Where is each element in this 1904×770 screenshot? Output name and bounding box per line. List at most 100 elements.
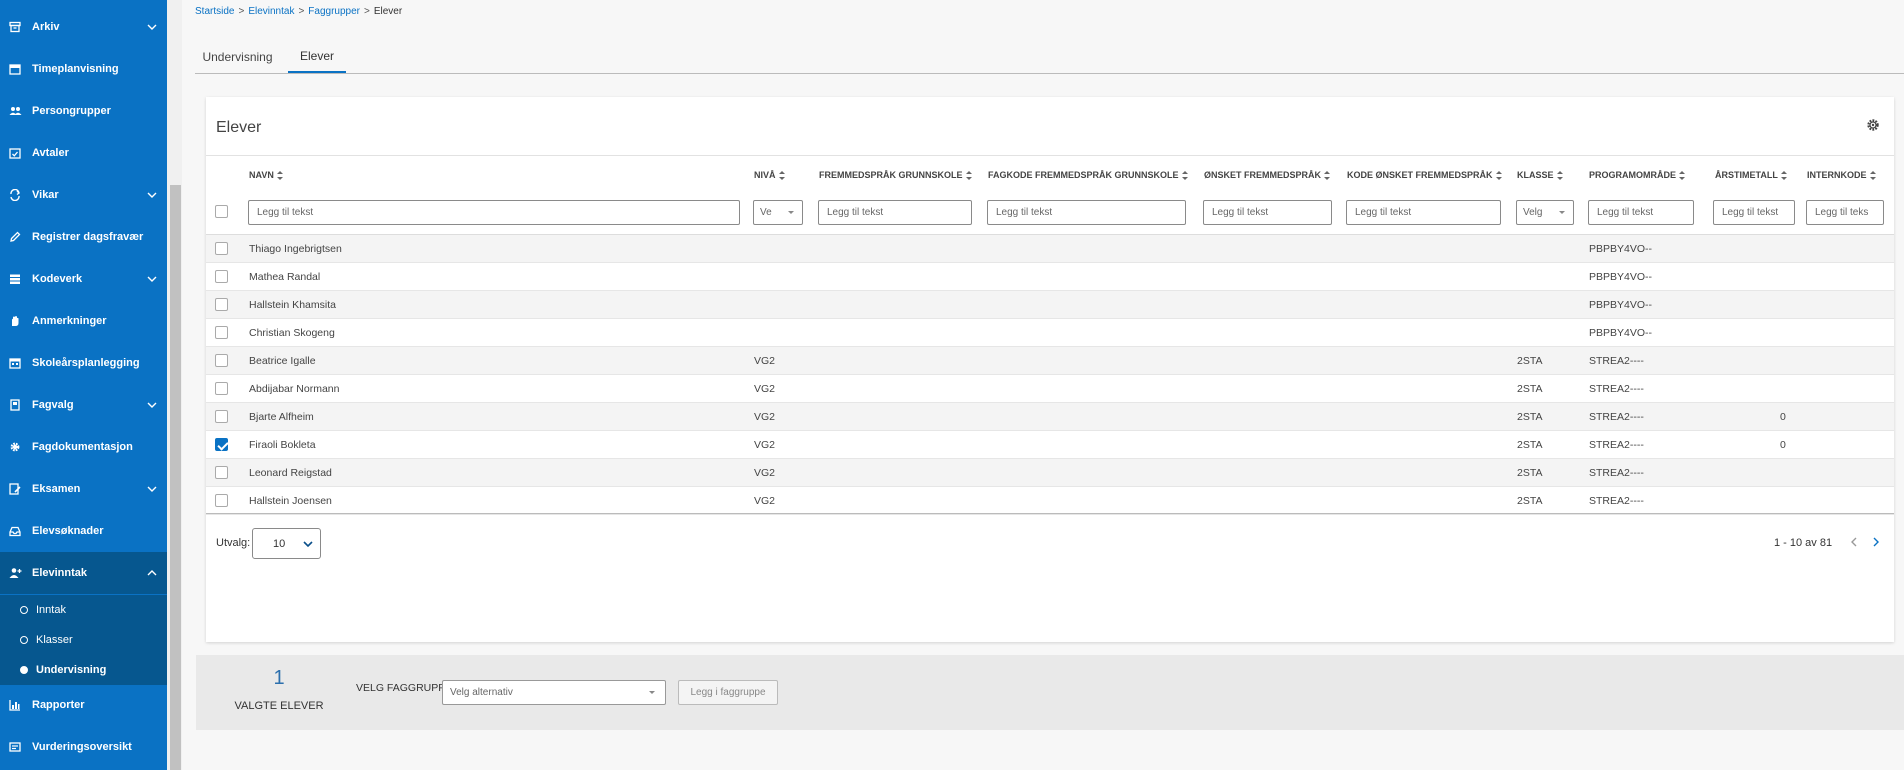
chevron-left-icon[interactable] <box>1846 535 1860 549</box>
column-header-kode-onsket-fremmedsprak[interactable]: KODE ØNSKET FREMMEDSPRÅK <box>1347 170 1502 180</box>
column-header-navn[interactable]: NAVN <box>249 170 283 180</box>
sidebar-item-persongrupper[interactable]: Persongrupper <box>0 90 167 132</box>
row-checkbox[interactable] <box>215 354 228 367</box>
sort-icon <box>1495 170 1502 180</box>
sidebar-item-elevsoknader[interactable]: Elevsøknader <box>0 510 167 552</box>
sidebar-item-timeplanvisning[interactable]: Timeplanvisning <box>0 48 167 90</box>
table-row[interactable]: Christian Skogeng PBPBY4VO-- <box>206 319 1894 347</box>
table-row[interactable]: Hallstein Khamsita PBPBY4VO-- <box>206 291 1894 319</box>
sidebar-item-kodeverk[interactable]: Kodeverk <box>0 258 167 300</box>
row-checkbox[interactable] <box>215 382 228 395</box>
cell-navn: Thiago Ingebrigtsen <box>249 243 342 255</box>
row-checkbox[interactable] <box>215 326 228 339</box>
sidebar-item-vurderingsoversikt[interactable]: Vurderingsoversikt <box>0 726 167 768</box>
row-checkbox[interactable] <box>215 410 228 423</box>
cell-klasse: 2STA <box>1517 355 1543 367</box>
cell-programomrade: PBPBY4VO-- <box>1589 327 1653 339</box>
sidebar-item-fagdokumentasjon[interactable]: Fagdokumentasjon <box>0 426 167 468</box>
cell-niva: VG2 <box>754 439 776 451</box>
column-header-klasse[interactable]: KLASSE <box>1517 170 1563 180</box>
cell-programomrade: STREA2---- <box>1589 467 1644 479</box>
tab-undervisning[interactable]: Undervisning <box>195 40 280 73</box>
gear-icon[interactable] <box>1866 118 1880 132</box>
radio-dot-icon <box>20 606 28 614</box>
filter-input-navn[interactable] <box>248 200 740 225</box>
table-row[interactable]: Abdijabar Normann VG2 2STA STREA2---- <box>206 375 1894 403</box>
filter-select-klasse[interactable]: Velg <box>1516 200 1574 225</box>
column-header-programomrade[interactable]: PROGRAMOMRÅDE <box>1589 170 1685 180</box>
sidebar-item-registrer-dagsfravaer[interactable]: Registrer dagsfravær <box>0 216 167 258</box>
sidebar-subitem-inntak[interactable]: Inntak <box>0 595 167 625</box>
table-row[interactable]: Firaoli Bokleta VG2 2STA STREA2---- 0 <box>206 431 1894 459</box>
tab-elever[interactable]: Elever <box>288 40 346 73</box>
table-row[interactable]: Mathea Randal PBPBY4VO-- <box>206 263 1894 291</box>
breadcrumb-link-faggrupper[interactable]: Faggrupper <box>308 6 360 17</box>
column-header-label: FAGKODE FREMMEDSPRÅK GRUNNSKOLE <box>988 170 1179 180</box>
filter-input-kode-onsket-fremmedsprak[interactable] <box>1346 200 1501 225</box>
pagination-bar: Utvalg: 10 1 - 10 av 81 <box>206 515 1894 573</box>
sort-icon <box>1679 170 1685 180</box>
page-size-select[interactable]: 10 <box>252 528 321 559</box>
cell-programomrade: STREA2---- <box>1589 355 1644 367</box>
column-header-label: FREMMEDSPRÅK GRUNNSKOLE <box>819 170 963 180</box>
cell-niva: VG2 <box>754 411 776 423</box>
sidebar-item-avtaler[interactable]: Avtaler <box>0 132 167 174</box>
column-header-onsket-fremmedsprak[interactable]: ØNSKET FREMMEDSPRÅK <box>1204 170 1331 180</box>
column-header-internkode[interactable]: INTERNKODE <box>1807 170 1876 180</box>
column-header-fagkode-fremmedsprak-grunnskole[interactable]: FAGKODE FREMMEDSPRÅK GRUNNSKOLE <box>988 170 1188 180</box>
row-checkbox-checked[interactable] <box>215 438 228 451</box>
table-row[interactable]: Leonard Reigstad VG2 2STA STREA2---- <box>206 459 1894 487</box>
sidebar-item-fagvalg[interactable]: Fagvalg <box>0 384 167 426</box>
sidebar-subitem-label: Inntak <box>36 604 66 616</box>
sidebar-item-label: Persongrupper <box>32 105 111 117</box>
filter-input-fremmedsprak-grunnskole[interactable] <box>818 200 972 225</box>
scrollbar-thumb[interactable] <box>170 185 181 770</box>
sidebar-item-rapporter[interactable]: Rapporter <box>0 684 167 726</box>
cell-niva: VG2 <box>754 383 776 395</box>
add-to-faggruppe-button[interactable]: Legg i faggruppe <box>678 680 778 705</box>
sidebar-subitem-undervisning[interactable]: Undervisning <box>0 655 167 685</box>
sidebar-item-label: Vikar <box>32 189 59 201</box>
column-header-arstimetall[interactable]: ÅRSTIMETALL <box>1715 170 1787 180</box>
sidebar-item-elevinntak[interactable]: Elevinntak <box>0 552 167 594</box>
row-checkbox[interactable] <box>215 466 228 479</box>
cell-programomrade: PBPBY4VO-- <box>1589 243 1653 255</box>
filter-select-niva[interactable]: Ve <box>753 200 803 225</box>
column-header-niva[interactable]: NIVÅ <box>754 170 785 180</box>
sidebar-item-skolearsplanlegging[interactable]: Skoleårsplanlegging <box>0 342 167 384</box>
row-checkbox[interactable] <box>215 298 228 311</box>
faggruppe-select[interactable]: Velg alternativ <box>442 680 666 705</box>
row-checkbox[interactable] <box>215 270 228 283</box>
exam-icon <box>8 482 22 496</box>
sidebar-item-arkiv[interactable]: Arkiv <box>0 6 167 48</box>
row-checkbox[interactable] <box>215 494 228 507</box>
table-row[interactable]: Thiago Ingebrigtsen PBPBY4VO-- <box>206 235 1894 263</box>
sidebar-item-label: Fagvalg <box>32 399 74 411</box>
table-row[interactable]: Hallstein Joensen VG2 2STA STREA2---- <box>206 487 1894 515</box>
layers-icon <box>8 272 22 286</box>
column-header-fremmedsprak-grunnskole[interactable]: FREMMEDSPRÅK GRUNNSKOLE <box>819 170 972 180</box>
main-content: Startside > Elevinntak > Faggrupper > Eleve… <box>182 0 1904 770</box>
chevron-right-icon[interactable] <box>1869 535 1883 549</box>
sidebar-item-label: Registrer dagsfravær <box>32 231 144 243</box>
calendar-icon <box>8 62 22 76</box>
breadcrumb-link-elevinntak[interactable]: Elevinntak <box>248 6 294 17</box>
row-checkbox[interactable] <box>215 242 228 255</box>
chevron-down-icon <box>145 272 159 286</box>
column-header-label: ÅRSTIMETALL <box>1715 170 1778 180</box>
cell-navn: Christian Skogeng <box>249 327 335 339</box>
select-all-checkbox[interactable] <box>215 205 228 218</box>
filter-input-fagkode-fremmedsprak[interactable] <box>987 200 1186 225</box>
sidebar-subitem-klasser[interactable]: Klasser <box>0 625 167 655</box>
filter-input-programomrade[interactable] <box>1588 200 1694 225</box>
filter-input-onsket-fremmedsprak[interactable] <box>1203 200 1332 225</box>
table-row[interactable]: Beatrice Igalle VG2 2STA STREA2---- <box>206 347 1894 375</box>
breadcrumb-link-startside[interactable]: Startside <box>195 6 234 17</box>
sidebar-item-eksamen[interactable]: Eksamen <box>0 468 167 510</box>
filter-input-internkode[interactable] <box>1806 200 1884 225</box>
sort-icon <box>1556 170 1563 180</box>
sidebar-item-anmerkninger[interactable]: Anmerkninger <box>0 300 167 342</box>
table-row[interactable]: Bjarte Alfheim VG2 2STA STREA2---- 0 <box>206 403 1894 431</box>
sidebar-item-vikar[interactable]: Vikar <box>0 174 167 216</box>
filter-input-arstimetall[interactable] <box>1713 200 1795 225</box>
